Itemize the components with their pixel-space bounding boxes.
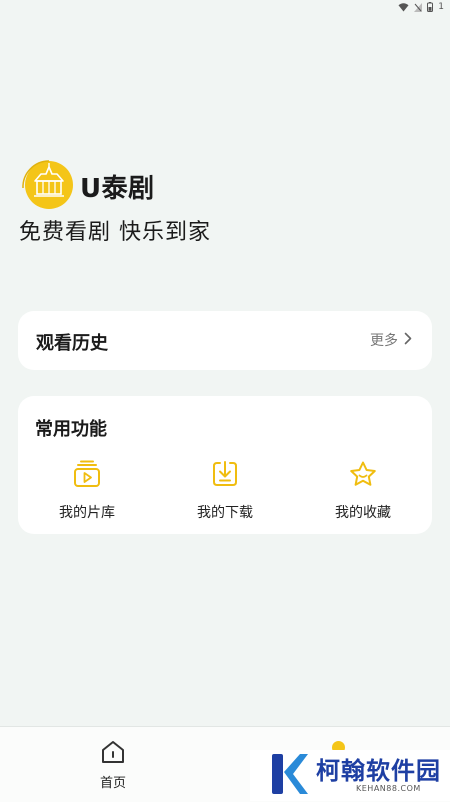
watch-history-title: 观看历史 bbox=[36, 333, 108, 354]
temple-logo-icon bbox=[20, 158, 76, 214]
watermark-name: 柯翰软件园 bbox=[316, 757, 441, 785]
star-icon bbox=[348, 460, 378, 492]
app-name: U泰剧 bbox=[80, 173, 155, 204]
chevron-right-icon bbox=[404, 332, 412, 349]
my-favorites-label: 我的收藏 bbox=[335, 505, 391, 521]
function-grid: 我的片库 我的下载 我的收藏 bbox=[18, 460, 432, 522]
app-header: U泰剧 bbox=[20, 158, 155, 214]
watermark-text: 柯翰软件园 KEHAN88.COM bbox=[316, 758, 441, 793]
download-icon bbox=[211, 460, 239, 492]
status-bar: 1 bbox=[398, 0, 450, 14]
app-slogan: 免费看剧 快乐到家 bbox=[19, 220, 211, 245]
more-link[interactable]: 更多 bbox=[370, 330, 412, 350]
my-downloads-label: 我的下载 bbox=[197, 505, 253, 521]
wifi-icon bbox=[398, 2, 409, 12]
watch-history-card[interactable]: 观看历史 更多 bbox=[18, 311, 432, 370]
common-functions-card: 常用功能 我的片库 我的下载 我的收藏 bbox=[18, 396, 432, 534]
k-logo-icon bbox=[270, 752, 310, 800]
my-library-button[interactable]: 我的片库 bbox=[18, 460, 156, 522]
common-functions-title: 常用功能 bbox=[35, 419, 107, 440]
home-icon bbox=[100, 739, 126, 769]
more-label: 更多 bbox=[370, 333, 398, 349]
my-favorites-button[interactable]: 我的收藏 bbox=[294, 460, 432, 522]
battery-icon bbox=[427, 2, 434, 12]
watermark-domain: KEHAN88.COM bbox=[356, 784, 421, 793]
my-library-label: 我的片库 bbox=[59, 505, 115, 521]
signal-icon bbox=[414, 2, 423, 12]
watermark: 柯翰软件园 KEHAN88.COM bbox=[250, 750, 450, 801]
my-downloads-button[interactable]: 我的下载 bbox=[156, 460, 294, 522]
video-library-icon bbox=[72, 460, 102, 492]
battery-level: 1 bbox=[438, 2, 444, 12]
tab-home-label: 首页 bbox=[99, 776, 126, 791]
tab-home[interactable]: 首页 bbox=[96, 739, 130, 791]
